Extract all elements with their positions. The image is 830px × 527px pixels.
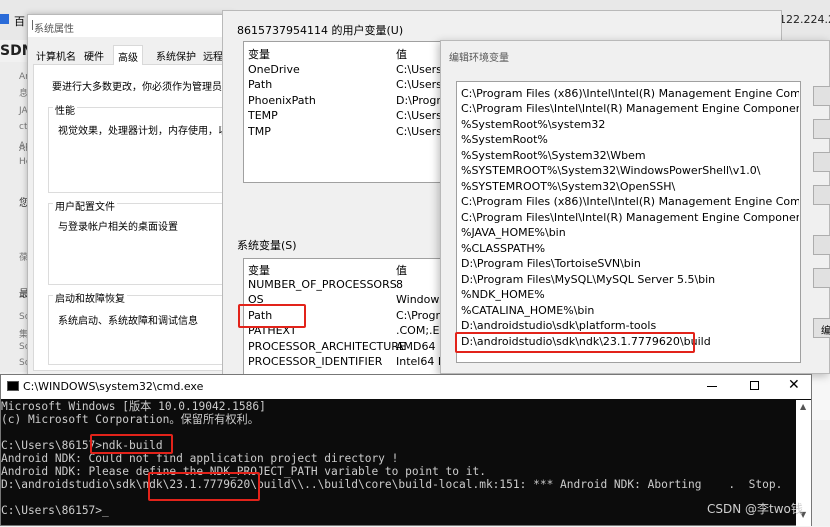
console-line: Microsoft Windows [版本 10.0.19042.1586] — [1, 400, 266, 413]
user-vars-col-value[interactable]: 值 — [396, 46, 407, 62]
user-var-value[interactable]: C:\Users\8 — [396, 109, 442, 122]
cmd-titlebar[interactable]: C:\WINDOWS\system32\cmd.exe ✕ — [1, 375, 811, 399]
user-var-value[interactable]: C:\Users\8 — [396, 78, 442, 91]
path-entry[interactable]: D:\androidstudio\sdk\platform-tools — [461, 319, 799, 332]
admin-notice: 要进行大多数更改，你必须作为管理员 — [52, 82, 222, 93]
browser-address-fragment[interactable]: 122.224.24 — [779, 13, 830, 26]
path-entry[interactable]: C:\Program Files\Intel\Intel(R) Manageme… — [461, 211, 799, 224]
console-line: (c) Microsoft Corporation。保留所有权利。 — [1, 413, 259, 426]
scroll-up-icon[interactable]: ▲ — [800, 402, 806, 411]
path-entry[interactable]: %CATALINA_HOME%\bin — [461, 304, 799, 317]
cmd-title: C:\WINDOWS\system32\cmd.exe — [23, 380, 204, 393]
edit-text-label: 编 — [821, 326, 830, 337]
edit-env-movedown-button[interactable] — [813, 268, 830, 288]
user-profile-desc: 与登录帐户相关的桌面设置 — [58, 222, 178, 233]
path-entry[interactable]: %SystemRoot%\system32 — [461, 118, 799, 131]
edit-env-new-button[interactable] — [813, 86, 830, 106]
console-line: Android NDK: Please define the NDK_PROJE… — [1, 465, 486, 478]
user-var-name[interactable]: OneDrive — [248, 63, 300, 76]
system-var-value[interactable]: C:\Progra — [396, 309, 442, 322]
edit-env-delete-button[interactable] — [813, 185, 830, 205]
user-var-name[interactable]: TEMP — [248, 109, 278, 122]
tab-advanced[interactable]: 高级 — [113, 45, 143, 66]
maximize-icon[interactable] — [750, 381, 759, 390]
performance-desc: 视觉效果，处理器计划，内存使用，以 — [58, 126, 228, 137]
system-vars-title: 系统变量(S) — [237, 239, 297, 252]
system-properties-window: 系统属性 计算机名 硬件 高级 系统保护 远程 要进行大多数更改，你必须作为管理… — [27, 14, 235, 376]
user-var-name[interactable]: PhoenixPath — [248, 94, 316, 107]
tab-computer-name[interactable]: 计算机名 — [36, 48, 76, 63]
system-var-name[interactable]: PROCESSOR_ARCHITECTURE — [248, 340, 406, 353]
path-entry[interactable]: %CLASSPATH% — [461, 242, 799, 255]
edit-env-browse-button[interactable] — [813, 152, 830, 172]
startup-recovery-group: 启动和故障恢复 系统启动、系统故障和调试信息 — [48, 290, 234, 365]
system-vars-list[interactable]: 变量 值 NUMBER_OF_PROCESSORS 8 OS Windows_ … — [243, 258, 443, 378]
user-var-name[interactable]: TMP — [248, 125, 271, 138]
edit-env-edit-text-button[interactable]: 编 — [813, 318, 830, 338]
sysprop-tabs: 计算机名 硬件 高级 系统保护 远程 — [33, 45, 233, 66]
browser-side-strip: Ar 息 JA ct Ar Ar He 您 葆 最 So 集 So So — [0, 62, 31, 372]
sysprop-tab-page: 要进行大多数更改，你必须作为管理员 性能 视觉效果，处理器计划，内存使用，以 用… — [33, 65, 234, 371]
sysprop-titlebar[interactable]: 系统属性 — [28, 15, 234, 37]
edit-env-title: 编辑环境变量 — [449, 53, 509, 64]
edit-env-moveup-button[interactable] — [813, 235, 830, 255]
cmd-window-icon — [7, 381, 19, 391]
cmd-console[interactable]: Microsoft Windows [版本 10.0.19042.1586] (… — [1, 400, 796, 527]
tab-remote[interactable]: 远程 — [203, 48, 223, 63]
path-entry-ndk-build[interactable]: D:\androidstudio\sdk\ndk\23.1.7779620\bu… — [461, 335, 799, 348]
performance-group: 性能 视觉效果，处理器计划，内存使用，以 — [48, 102, 234, 193]
system-var-value[interactable]: Windows_ — [396, 293, 442, 306]
system-var-name[interactable]: PATHEXT — [248, 324, 297, 337]
console-line: C:\Users\86157>_ — [1, 504, 109, 517]
performance-title: 性能 — [53, 102, 77, 117]
user-vars-title: 8615737954114 的用户变量(U) — [237, 24, 404, 37]
system-var-value[interactable]: AMD64 — [396, 340, 442, 353]
system-var-name[interactable]: NUMBER_OF_PROCESSORS — [248, 278, 397, 291]
sysprop-title: 系统属性 — [33, 20, 74, 35]
browser-tab-label[interactable]: 百 — [14, 13, 25, 29]
tab-hardware[interactable]: 硬件 — [84, 48, 104, 63]
console-line: Android NDK: Could not find application … — [1, 452, 399, 465]
path-entry[interactable]: D:\Program Files\TortoiseSVN\bin — [461, 257, 799, 270]
path-entry[interactable]: %SYSTEMROOT%\System32\WindowsPowerShell\… — [461, 164, 799, 177]
tab-system-protection[interactable]: 系统保护 — [156, 48, 196, 63]
system-var-name[interactable]: PROCESSOR_IDENTIFIER — [248, 355, 382, 368]
system-var-value[interactable]: Intel64 Fa — [396, 355, 442, 368]
startup-recovery-desc: 系统启动、系统故障和调试信息 — [58, 316, 198, 327]
path-entry[interactable]: D:\Program Files\MySQL\MySQL Server 5.5\… — [461, 273, 799, 286]
system-vars-col-name[interactable]: 变量 — [248, 262, 270, 278]
system-var-name[interactable]: OS — [248, 293, 264, 306]
user-var-value[interactable]: D:\Progra — [396, 94, 442, 107]
user-vars-list[interactable]: 变量 值 OneDrive C:\Users\8 Path C:\Users\8… — [243, 41, 443, 183]
user-profile-title: 用户配置文件 — [53, 198, 117, 213]
path-entry[interactable]: C:\Program Files (x86)\Intel\Intel(R) Ma… — [461, 195, 799, 208]
close-icon[interactable]: ✕ — [788, 377, 800, 393]
path-entry[interactable]: %NDK_HOME% — [461, 288, 799, 301]
csdn-watermark: CSDN @李two钱 — [707, 502, 803, 516]
startup-recovery-title: 启动和故障恢复 — [53, 290, 127, 305]
user-var-value[interactable]: C:\Users\8 — [396, 125, 442, 138]
path-entry[interactable]: %JAVA_HOME%\bin — [461, 226, 799, 239]
user-profile-group: 用户配置文件 与登录帐户相关的桌面设置 — [48, 198, 234, 285]
console-line: C:\Users\86157>ndk-build — [1, 439, 163, 452]
system-var-value[interactable]: 8 — [396, 278, 442, 291]
system-vars-col-value[interactable]: 值 — [396, 262, 407, 278]
edit-env-list[interactable]: C:\Program Files (x86)\Intel\Intel(R) Ma… — [456, 81, 801, 363]
path-entry[interactable]: C:\Program Files (x86)\Intel\Intel(R) Ma… — [461, 87, 799, 100]
user-var-value[interactable]: C:\Users\8 — [396, 63, 442, 76]
system-var-name[interactable]: Path — [248, 309, 272, 322]
minimize-icon[interactable] — [707, 386, 717, 387]
user-var-name[interactable]: Path — [248, 78, 272, 91]
console-line: D:\androidstudio\sdk\ndk\23.1.7779620\bu… — [1, 478, 783, 491]
edit-env-var-window: 编辑环境变量 C:\Program Files (x86)\Intel\Inte… — [440, 40, 830, 374]
path-entry[interactable]: %SystemRoot% — [461, 133, 799, 146]
browser-tab-icon[interactable] — [0, 14, 9, 24]
cmd-window: C:\WINDOWS\system32\cmd.exe ✕ Microsoft … — [0, 374, 812, 526]
edit-env-edit-button[interactable] — [813, 119, 830, 139]
path-entry[interactable]: C:\Program Files\Intel\Intel(R) Manageme… — [461, 102, 799, 115]
path-entry[interactable]: %SYSTEMROOT%\System32\OpenSSH\ — [461, 180, 799, 193]
system-var-value[interactable]: .COM;.EX — [396, 324, 442, 337]
path-entry[interactable]: %SystemRoot%\System32\Wbem — [461, 149, 799, 162]
user-vars-col-name[interactable]: 变量 — [248, 46, 270, 62]
